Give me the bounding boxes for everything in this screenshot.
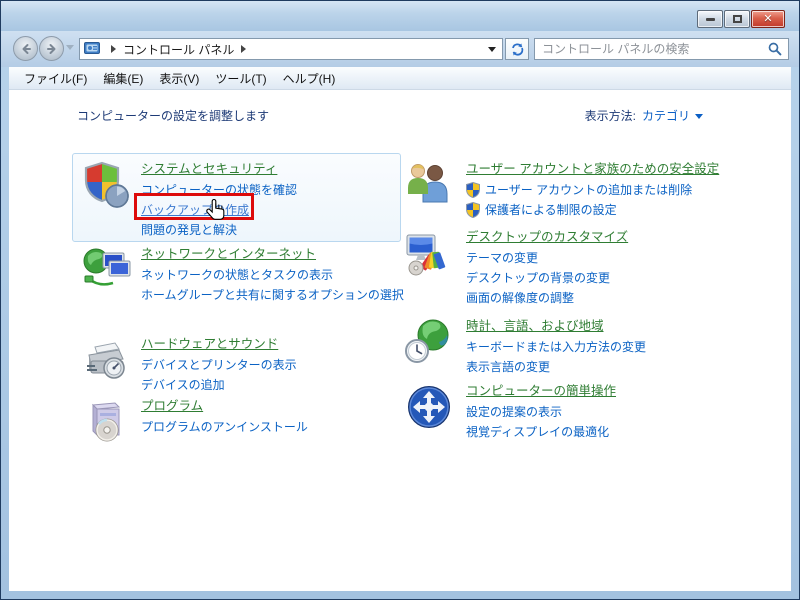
forward-button[interactable] [39,36,64,61]
close-icon: ✕ [763,14,772,25]
view-by-control: 表示方法: カテゴリ [585,107,703,124]
user-accounts-icon[interactable] [404,160,454,210]
control-panel-window: ✕ コントロール パネル [0,0,800,600]
link-hardware-sound[interactable]: ハードウェアとサウンド [141,335,278,353]
menu-help[interactable]: ヘルプ(H) [275,67,344,90]
search-input[interactable] [535,40,768,58]
ease-of-access-icon[interactable] [404,382,454,432]
link-programs[interactable]: プログラム [141,397,203,415]
maximize-icon [733,15,742,23]
hardware-sound-icon[interactable] [81,335,131,385]
minimize-icon [706,18,715,21]
menu-bar: ファイル(F) 編集(E) 表示(V) ツール(T) ヘルプ(H) [9,67,791,90]
link-view-network-status[interactable]: ネットワークの状態とタスクの表示 [141,265,404,285]
link-clock-language-region[interactable]: 時計、言語、および地域 [466,317,604,335]
back-arrow-icon [19,42,33,56]
menu-view[interactable]: 表示(V) [151,67,207,90]
uac-shield-icon [466,182,480,198]
view-by-label: 表示方法: [585,109,636,123]
category-hardware-sound: ハードウェアとサウンド デバイスとプリンターの表示 デバイスの追加 [81,335,297,395]
red-highlight-box [134,193,254,220]
category-clock-language-region: 時計、言語、および地域 キーボードまたは入力方法の変更 表示言語の変更 [404,317,646,377]
category-programs: プログラム プログラムのアンインストール [81,397,308,447]
link-view-devices-printers[interactable]: デバイスとプリンターの表示 [141,355,297,375]
category-user-accounts: ユーザー アカウントと家族のための安全設定 ユーザー アカウントの追加または削除 [404,160,719,220]
titlebar[interactable]: ✕ [1,1,799,31]
navigation-bar: コントロール パネル [1,31,799,67]
view-by-value[interactable]: カテゴリ [642,109,690,123]
system-security-icon[interactable] [81,160,131,210]
link-change-keyboards-input[interactable]: キーボードまたは入力方法の変更 [466,337,646,357]
breadcrumb-separator-icon[interactable] [241,45,246,53]
category-ease-of-access: コンピューターの簡単操作 設定の提案の表示 視覚ディスプレイの最適化 [404,382,616,442]
link-desktop-customization[interactable]: デスクトップのカスタマイズ [466,228,628,246]
recent-pages-dropdown[interactable] [66,45,74,50]
search-icon[interactable] [768,42,782,56]
breadcrumb-item-control-panel[interactable]: コントロール パネル [123,41,234,58]
address-dropdown-icon[interactable] [488,47,496,52]
link-adjust-screen-resolution[interactable]: 画面の解像度の調整 [466,288,628,308]
link-change-display-language[interactable]: 表示言語の変更 [466,357,646,377]
view-by-dropdown-icon[interactable] [695,114,703,119]
link-ease-of-access[interactable]: コンピューターの簡単操作 [466,382,616,400]
link-optimize-visual-display[interactable]: 視覚ディスプレイの最適化 [466,422,616,442]
hand-cursor-icon [205,198,229,224]
refresh-icon [510,42,525,57]
network-internet-icon[interactable] [81,245,131,295]
link-suggested-settings[interactable]: 設定の提案の表示 [466,402,616,422]
menu-edit[interactable]: 編集(E) [95,67,151,90]
link-add-remove-user-accounts[interactable]: ユーザー アカウントの追加または削除 [485,180,692,200]
category-desktop-customization: デスクトップのカスタマイズ テーマの変更 デスクトップの背景の変更 画面の解像度… [404,228,628,308]
link-homegroup-sharing-options[interactable]: ホームグループと共有に関するオプションの選択 [141,285,404,305]
category-network-internet: ネットワークとインターネット ネットワークの状態とタスクの表示 ホームグループと… [81,245,404,305]
breadcrumb-separator-icon [111,45,116,53]
maximize-button[interactable] [724,10,750,28]
control-panel-icon [84,42,100,56]
link-network-internet[interactable]: ネットワークとインターネット [141,245,316,263]
forward-arrow-icon [45,42,59,56]
link-uninstall-program[interactable]: プログラムのアンインストール [141,417,308,437]
minimize-button[interactable] [697,10,723,28]
content-area: コンピューターの設定を調整します 表示方法: カテゴリ [9,90,791,591]
link-system-security[interactable]: システムとセキュリティ [141,160,277,178]
breadcrumb[interactable]: コントロール パネル [79,38,503,60]
uac-shield-icon [466,202,480,218]
back-button[interactable] [13,36,38,61]
link-add-device[interactable]: デバイスの追加 [141,375,297,395]
menu-tools[interactable]: ツール(T) [207,67,274,90]
link-parental-controls[interactable]: 保護者による制限の設定 [485,200,617,220]
close-button[interactable]: ✕ [751,10,785,28]
search-box [534,38,789,60]
clock-language-region-icon[interactable] [404,317,454,367]
menu-file[interactable]: ファイル(F) [16,67,95,90]
programs-icon[interactable] [81,397,131,447]
link-user-accounts-family[interactable]: ユーザー アカウントと家族のための安全設定 [466,160,719,178]
link-change-desktop-background[interactable]: デスクトップの背景の変更 [466,268,628,288]
refresh-button[interactable] [505,38,529,60]
link-change-theme[interactable]: テーマの変更 [466,248,628,268]
page-title: コンピューターの設定を調整します [77,107,269,124]
desktop-customization-icon[interactable] [404,228,454,278]
